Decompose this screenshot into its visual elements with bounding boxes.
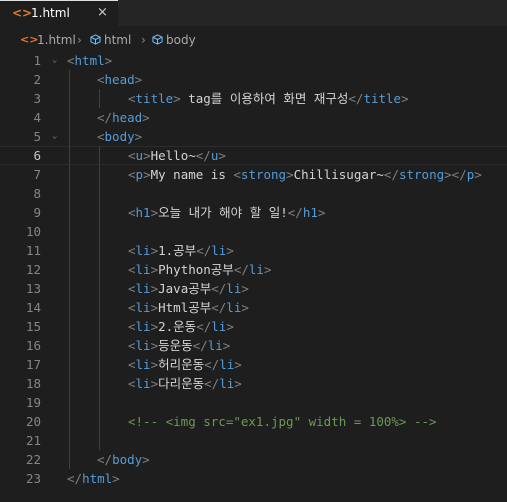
code-comment: <!-- <img src="ex1.jpg" width = 100%> --… bbox=[128, 414, 437, 429]
code-line[interactable]: 11 <li>1.공부</li> bbox=[0, 241, 507, 260]
line-number: 23 bbox=[25, 471, 41, 486]
code-line[interactable]: 19 bbox=[0, 393, 507, 412]
tab-bar: <> 1.html × bbox=[0, 0, 507, 26]
line-number: 2 bbox=[33, 72, 41, 87]
line-number: 12 bbox=[25, 262, 41, 277]
code-line[interactable]: 20 <!-- <img src="ex1.jpg" width = 100%>… bbox=[0, 412, 507, 431]
line-number: 7 bbox=[33, 167, 41, 182]
code-line[interactable]: 23 </html> bbox=[0, 469, 507, 488]
line-number: 17 bbox=[25, 357, 41, 372]
close-icon[interactable]: × bbox=[97, 5, 108, 20]
code-text: <li>Phython공부</li> bbox=[128, 262, 272, 277]
code-line[interactable]: 17 <li>허리운동</li> bbox=[0, 355, 507, 374]
code-line[interactable]: 16 <li>등운동</li> bbox=[0, 336, 507, 355]
code-line[interactable]: 1 ⌄ <html> bbox=[0, 51, 507, 70]
code-text: <li>Java공부</li> bbox=[128, 281, 249, 296]
code-line[interactable]: 4 </head> bbox=[0, 108, 507, 127]
code-line[interactable]: 10 bbox=[0, 222, 507, 241]
chevron-down-icon[interactable]: ⌄ bbox=[52, 51, 57, 70]
line-number: 20 bbox=[25, 414, 41, 429]
cube-icon bbox=[152, 34, 163, 45]
line-number: 1 bbox=[33, 53, 41, 68]
code-text: <li>허리운동</li> bbox=[128, 357, 242, 372]
line-number: 11 bbox=[25, 243, 41, 258]
code-text: </head> bbox=[97, 110, 150, 125]
line-number: 14 bbox=[25, 300, 41, 315]
breadcrumb: <> 1.html › html › body bbox=[0, 30, 507, 50]
code-text: <li>Html공부</li> bbox=[128, 300, 249, 315]
code-text: <li>1.공부</li> bbox=[128, 243, 234, 258]
line-number: 13 bbox=[25, 281, 41, 296]
chevron-down-icon[interactable]: ⌄ bbox=[52, 127, 57, 146]
line-number: 6 bbox=[33, 148, 41, 163]
code-text: </body> bbox=[97, 452, 150, 467]
line-number: 4 bbox=[33, 110, 41, 125]
code-text: <li>등운동</li> bbox=[128, 338, 231, 353]
tab-1-html[interactable]: <> 1.html × bbox=[0, 0, 118, 26]
line-number: 18 bbox=[25, 376, 41, 391]
line-number: 16 bbox=[25, 338, 41, 353]
code-line[interactable]: 21 bbox=[0, 431, 507, 450]
code-line[interactable]: 2 <head> bbox=[0, 70, 507, 89]
code-line[interactable]: 9 <h1>오늘 내가 해야 할 일!</h1> bbox=[0, 203, 507, 222]
code-text: <body> bbox=[97, 129, 143, 144]
code-text: <li>2.운동</li> bbox=[128, 319, 234, 334]
code-line[interactable]: 7 <p>My name is <strong>Chillisugar~</st… bbox=[0, 165, 507, 184]
html-file-icon: <> bbox=[12, 6, 33, 20]
line-number: 3 bbox=[33, 91, 41, 106]
breadcrumb-html-label: html bbox=[104, 33, 132, 47]
line-number: 8 bbox=[33, 186, 41, 201]
chevron-right-icon: › bbox=[77, 33, 82, 47]
line-number: 19 bbox=[25, 395, 41, 410]
line-number: 5 bbox=[33, 129, 41, 144]
breadcrumb-file[interactable]: 1.html bbox=[37, 32, 76, 48]
code-line-current[interactable]: 6 <u>Hello~</u> bbox=[0, 146, 507, 165]
breadcrumb-body-label: body bbox=[166, 33, 196, 47]
code-text: </html> bbox=[67, 471, 120, 486]
cube-icon bbox=[90, 34, 101, 45]
code-text: <title> tag를 이용하여 화면 재구성</title> bbox=[128, 91, 409, 106]
code-editor[interactable]: 1 ⌄ <html> 2 <head> 3 <title> tag를 이용하여 … bbox=[0, 51, 507, 502]
code-line[interactable]: 22 </body> bbox=[0, 450, 507, 469]
code-line[interactable]: 12 <li>Phython공부</li> bbox=[0, 260, 507, 279]
code-line[interactable]: 18 <li>다리운동</li> bbox=[0, 374, 507, 393]
line-number: 22 bbox=[25, 452, 41, 467]
code-text: <head> bbox=[97, 72, 143, 87]
code-line[interactable]: 5 ⌄ <body> bbox=[0, 127, 507, 146]
code-line[interactable]: 14 <li>Html공부</li> bbox=[0, 298, 507, 317]
code-text: <li>다리운동</li> bbox=[128, 376, 242, 391]
breadcrumb-body[interactable]: body bbox=[152, 32, 196, 48]
chevron-right-icon: › bbox=[141, 33, 146, 47]
line-number: 15 bbox=[25, 319, 41, 334]
tab-label: 1.html bbox=[31, 6, 70, 20]
code-text: <h1>오늘 내가 해야 할 일!</h1> bbox=[128, 205, 326, 220]
code-line[interactable]: 3 <title> tag를 이용하여 화면 재구성</title> bbox=[0, 89, 507, 108]
line-number: 10 bbox=[25, 224, 41, 239]
code-line[interactable]: 15 <li>2.운동</li> bbox=[0, 317, 507, 336]
code-text: <u>Hello~</u> bbox=[128, 148, 226, 163]
code-line[interactable]: 8 bbox=[0, 184, 507, 203]
breadcrumb-html[interactable]: html bbox=[90, 32, 131, 48]
line-number: 21 bbox=[25, 433, 41, 448]
line-number: 9 bbox=[33, 205, 41, 220]
code-text: <p>My name is <strong>Chillisugar~</stro… bbox=[128, 167, 482, 182]
html-file-icon: <> bbox=[20, 33, 39, 46]
code-line[interactable]: 13 <li>Java공부</li> bbox=[0, 279, 507, 298]
code-text: <html> bbox=[67, 53, 113, 68]
